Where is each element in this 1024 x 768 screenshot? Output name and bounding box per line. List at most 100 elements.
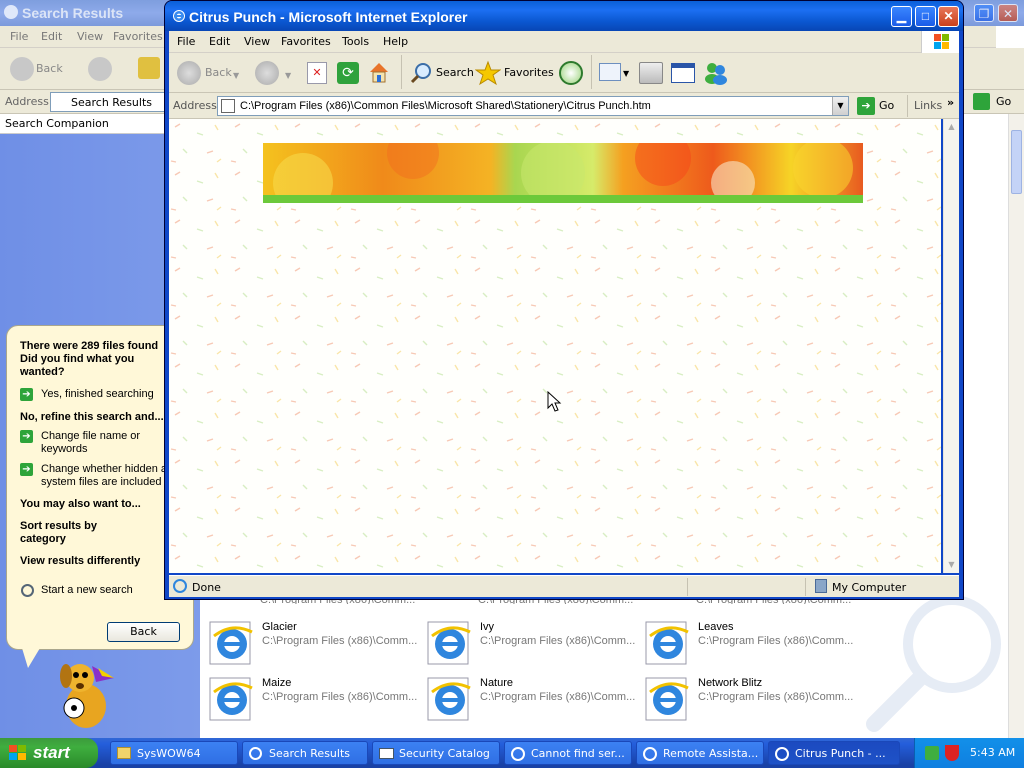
mail-icon[interactable] [599, 63, 621, 81]
menu-file[interactable]: File [177, 35, 195, 48]
sort-results-link-line2[interactable]: category [20, 533, 66, 545]
security-shield-icon[interactable] [945, 745, 959, 761]
taskbar-item-remote-assistance[interactable]: Remote Assista... [636, 741, 764, 765]
result-item-network-blitz[interactable]: Network Blitz C:\Program Files (x86)\Com… [644, 674, 854, 724]
sort-results-link[interactable]: Sort results by [20, 520, 97, 532]
back-arrow-icon[interactable] [177, 61, 201, 85]
ie-vertical-scrollbar[interactable]: ▲ ▼ [943, 119, 959, 573]
result-item-glacier[interactable]: Glacier C:\Program Files (x86)\Comm... [208, 618, 418, 668]
close-button[interactable]: ✕ [938, 6, 959, 27]
result-name: Ivy [480, 621, 495, 633]
results-scrollbar[interactable] [1008, 114, 1024, 738]
yes-finished-link[interactable]: Yes, finished searching [41, 388, 154, 400]
windows-logo-icon [996, 26, 1024, 48]
taskbar-item-citrus-punch[interactable]: Citrus Punch - ... [768, 741, 900, 765]
scroll-down-arrow-icon[interactable]: ▼ [945, 558, 958, 572]
refresh-icon[interactable]: ⟳ [337, 62, 359, 84]
favorites-button[interactable]: Favorites [504, 60, 554, 86]
favorites-star-icon[interactable] [474, 60, 502, 86]
ie-icon [643, 747, 657, 761]
change-hidden-link-line2[interactable]: system files are included [41, 476, 161, 488]
taskbar-item-cannot-find[interactable]: Cannot find ser... [504, 741, 632, 765]
menu-edit[interactable]: Edit [209, 35, 230, 48]
menu-tools[interactable]: Tools [342, 35, 369, 48]
ie-toolbar: Back ▼ ▼ ✕ ⟳ Search Favorites ▼ [169, 53, 959, 93]
refine-heading: No, refine this search and... [20, 411, 164, 423]
change-filename-link-line2[interactable]: keywords [41, 443, 87, 455]
back-button[interactable]: Back [36, 62, 63, 75]
taskbar-item-security-catalog[interactable]: Security Catalog [372, 741, 500, 765]
restore-button[interactable]: ❐ [974, 4, 994, 22]
go-button[interactable]: Go [879, 99, 894, 112]
maximize-button[interactable]: □ [915, 6, 936, 27]
go-button[interactable]: Go [996, 95, 1011, 108]
taskbar-item-syswow64[interactable]: SysWOW64 [110, 741, 238, 765]
view-results-link[interactable]: View results differently [20, 555, 140, 567]
links-chevron-icon[interactable]: » [947, 96, 954, 109]
result-path: C:\Program Files (x86)\Comm... [480, 691, 636, 703]
windows-logo-icon [921, 31, 959, 53]
links-label[interactable]: Links [914, 99, 942, 112]
go-arrow-icon[interactable] [973, 93, 990, 110]
forward-arrow-icon[interactable] [88, 57, 112, 81]
forward-arrow-icon[interactable] [255, 61, 279, 85]
balloon-back-button[interactable]: Back [107, 622, 180, 642]
scroll-up-arrow-icon[interactable]: ▲ [945, 120, 958, 134]
go-arrow-icon[interactable]: ➔ [857, 97, 875, 115]
windows-flag-icon [9, 745, 26, 760]
scrollbar-thumb[interactable] [1011, 130, 1022, 194]
menu-file[interactable]: File [10, 30, 28, 43]
ie-address-bar: Address C:\Program Files (x86)\Common Fi… [169, 93, 959, 119]
forward-dropdown-icon[interactable]: ▼ [285, 71, 291, 80]
taskbar-item-label: Search Results [269, 747, 351, 760]
window-title: Citrus Punch - Microsoft Internet Explor… [189, 9, 468, 25]
folder-up-icon[interactable] [138, 57, 160, 79]
back-arrow-icon[interactable] [10, 57, 34, 81]
ie-file-icon [209, 677, 253, 721]
start-button[interactable]: start [0, 738, 98, 768]
menu-help[interactable]: Help [383, 35, 408, 48]
menu-edit[interactable]: Edit [41, 30, 62, 43]
ie-logo-icon [173, 10, 185, 22]
address-field[interactable]: Search Results [50, 92, 170, 112]
search-icon[interactable] [409, 61, 433, 85]
edit-icon[interactable] [671, 63, 695, 83]
close-button[interactable]: ✕ [998, 4, 1018, 22]
ie-status-bar: Done My Computer [169, 575, 959, 597]
stop-icon[interactable]: ✕ [307, 62, 327, 84]
minimize-button[interactable]: ▁ [891, 6, 912, 27]
taskbar-item-search-results[interactable]: Search Results [242, 741, 368, 765]
change-hidden-link[interactable]: Change whether hidden a [41, 463, 167, 475]
address-dropdown-icon[interactable]: ▼ [832, 97, 848, 115]
address-label: Address [173, 99, 217, 112]
print-icon[interactable] [639, 62, 663, 84]
taskbar-item-label: Security Catalog [399, 747, 490, 760]
ie-titlebar[interactable]: Citrus Punch - Microsoft Internet Explor… [165, 1, 963, 31]
search-dog-icon[interactable] [52, 656, 118, 732]
result-path: C:\Program Files (x86)\Comm... [262, 635, 418, 647]
network-icon[interactable] [925, 746, 939, 760]
result-item-leaves[interactable]: Leaves C:\Program Files (x86)\Comm... [644, 618, 854, 668]
back-dropdown-icon[interactable]: ▼ [233, 71, 239, 80]
history-icon[interactable] [559, 61, 583, 85]
menu-favorites[interactable]: Favorites [281, 35, 331, 48]
search-button[interactable]: Search [436, 60, 474, 86]
home-icon[interactable] [367, 60, 391, 84]
clock[interactable]: 5:43 AM [970, 746, 1015, 759]
result-item-ivy[interactable]: Ivy C:\Program Files (x86)\Comm... [426, 618, 636, 668]
menu-view[interactable]: View [244, 35, 270, 48]
window-controls: ❐ ✕ [974, 4, 1020, 22]
citrus-banner-image [263, 143, 863, 203]
menu-favorites[interactable]: Favorites [113, 30, 163, 43]
back-button[interactable]: Back [205, 60, 232, 86]
new-search-link[interactable]: Start a new search [41, 584, 133, 596]
change-filename-link[interactable]: Change file name or [41, 430, 140, 442]
mail-dropdown-icon[interactable]: ▼ [623, 69, 629, 78]
address-field[interactable]: C:\Program Files (x86)\Common Files\Micr… [217, 96, 849, 116]
result-item-maize[interactable]: Maize C:\Program Files (x86)\Comm... [208, 674, 418, 724]
result-item-nature[interactable]: Nature C:\Program Files (x86)\Comm... [426, 674, 636, 724]
menu-view[interactable]: View [77, 30, 103, 43]
toolbar-separator [591, 55, 592, 89]
toolbar-separator [401, 55, 402, 89]
messenger-icon[interactable] [703, 61, 729, 85]
